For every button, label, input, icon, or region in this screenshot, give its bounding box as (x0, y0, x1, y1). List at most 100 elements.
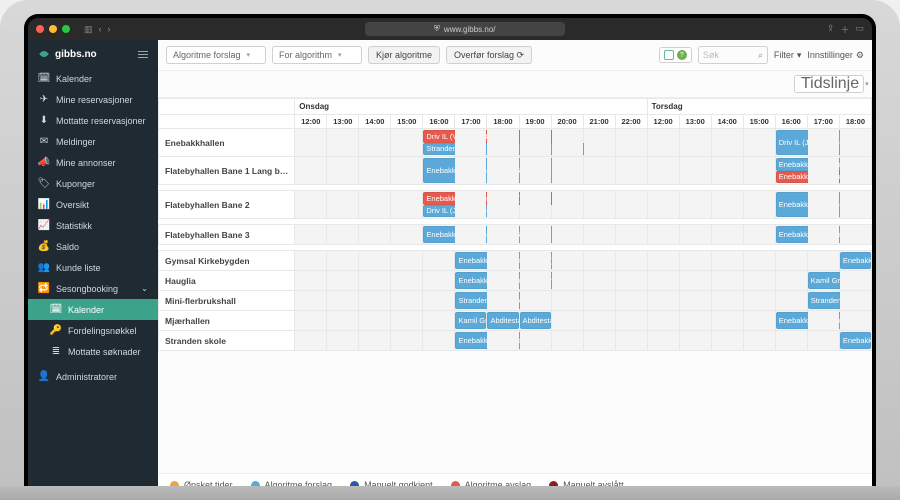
time-cell[interactable] (743, 311, 775, 331)
time-cell[interactable] (839, 225, 871, 245)
booking-event[interactable]: Kamil Gryga (455, 312, 486, 329)
sidebar-item-mottatte-reservasjoner[interactable]: ⬇Mottatte reservasjoner (28, 110, 158, 131)
time-cell[interactable] (583, 291, 615, 311)
sidebar-item-mine-annonser[interactable]: 📣Mine annonser (28, 152, 158, 173)
sidebar-item-kalender[interactable]: 🗓Kalender (28, 299, 158, 320)
algorithm-select[interactable]: Algoritme forslag▾ (166, 46, 266, 64)
time-cell[interactable] (359, 251, 391, 271)
time-cell[interactable] (679, 271, 711, 291)
time-cell[interactable] (391, 271, 423, 291)
sidebar-toggle-icon[interactable]: ▥ (84, 24, 93, 35)
search-input[interactable]: Søk ⌕ (698, 46, 768, 64)
time-cell[interactable] (295, 271, 327, 291)
time-cell[interactable] (487, 191, 519, 219)
timeline-select[interactable]: Tidslinje▾ (794, 75, 864, 93)
time-cell[interactable] (583, 251, 615, 271)
time-cell[interactable]: Kamil Gryga (807, 271, 839, 291)
time-cell[interactable]: Enebakk IL (Juni (839, 331, 871, 351)
brand[interactable]: gibbs.no (28, 40, 158, 68)
time-cell[interactable] (775, 291, 807, 311)
time-cell[interactable] (679, 129, 711, 157)
time-cell[interactable] (583, 331, 615, 351)
time-cell[interactable] (519, 271, 551, 291)
time-cell[interactable]: Enebakk IL (Ungdom (14-16år)) (775, 225, 807, 245)
time-cell[interactable] (295, 291, 327, 311)
time-cell[interactable] (519, 157, 551, 185)
address-bar[interactable]: ⛨ www.gibbs.no/ (365, 22, 565, 36)
time-cell[interactable] (487, 291, 519, 311)
time-cell[interactable] (423, 291, 455, 311)
help-icon[interactable]: ? (677, 50, 687, 60)
sidebar-item-fordelingsnøkkel[interactable]: 🔑Fordelingsnøkkel (28, 320, 158, 341)
filter-button[interactable]: Filter▾ (774, 50, 802, 61)
time-cell[interactable] (615, 331, 647, 351)
time-cell[interactable] (359, 129, 391, 157)
transfer-button[interactable]: Overfør forslag ⟳ (446, 46, 532, 64)
time-cell[interactable] (295, 331, 327, 351)
time-cell[interactable] (775, 251, 807, 271)
time-cell[interactable] (839, 191, 871, 219)
booking-event[interactable]: Abditestalgo (487, 312, 518, 329)
new-tab-icon[interactable]: ＋ (840, 23, 849, 36)
time-cell[interactable] (519, 251, 551, 271)
time-cell[interactable] (647, 251, 679, 271)
time-cell[interactable] (647, 271, 679, 291)
time-cell[interactable] (295, 311, 327, 331)
time-cell[interactable] (807, 191, 839, 219)
time-cell[interactable] (455, 157, 487, 185)
tabs-icon[interactable]: ▭ (855, 23, 864, 36)
time-cell[interactable] (583, 157, 615, 185)
time-cell[interactable]: Stranden IF (Junior (16-18 år)) (455, 291, 487, 311)
time-cell[interactable] (519, 291, 551, 311)
time-cell[interactable] (583, 311, 615, 331)
time-cell[interactable] (519, 331, 551, 351)
time-cell[interactable] (615, 291, 647, 311)
time-cell[interactable] (551, 225, 583, 245)
time-cell[interactable] (551, 291, 583, 311)
sidebar-item-saldo[interactable]: 💰Saldo (28, 236, 158, 257)
sidebar-item-sesongbooking[interactable]: 🔁Sesongbooking⌄ (28, 278, 158, 299)
time-cell[interactable] (391, 331, 423, 351)
sidebar-item-oversikt[interactable]: 📊Oversikt (28, 194, 158, 215)
time-cell[interactable] (327, 331, 359, 351)
time-cell[interactable] (807, 251, 839, 271)
sidebar-item-kalender[interactable]: 🗓Kalender (28, 68, 158, 89)
time-cell[interactable] (679, 191, 711, 219)
time-cell[interactable] (359, 331, 391, 351)
time-cell[interactable] (487, 251, 519, 271)
time-cell[interactable] (551, 331, 583, 351)
time-cell[interactable] (327, 311, 359, 331)
time-cell[interactable] (615, 129, 647, 157)
time-cell[interactable] (423, 271, 455, 291)
time-cell[interactable] (359, 191, 391, 219)
time-cell[interactable] (775, 331, 807, 351)
time-cell[interactable] (711, 251, 743, 271)
time-cell[interactable] (807, 129, 839, 157)
schedule-grid[interactable]: OnsdagTorsdag12:0013:0014:0015:0016:0017… (158, 98, 872, 473)
time-cell[interactable]: Enebakk IL (Ungdom (14-16år (775, 311, 807, 331)
time-cell[interactable] (519, 129, 551, 157)
time-cell[interactable] (583, 191, 615, 219)
time-cell[interactable] (551, 311, 583, 331)
time-cell[interactable] (743, 271, 775, 291)
time-cell[interactable] (519, 225, 551, 245)
time-cell[interactable] (391, 225, 423, 245)
time-cell[interactable] (807, 331, 839, 351)
time-cell[interactable] (391, 251, 423, 271)
time-cell[interactable] (455, 129, 487, 157)
for-algorithm-select[interactable]: For algorithm▾ (272, 46, 362, 64)
time-cell[interactable] (743, 157, 775, 185)
time-cell[interactable] (743, 191, 775, 219)
checkbox-icon[interactable] (664, 50, 674, 60)
time-cell[interactable] (647, 129, 679, 157)
forward-icon[interactable]: › (108, 24, 111, 35)
share-icon[interactable]: ⇪ (827, 23, 835, 36)
time-cell[interactable] (327, 157, 359, 185)
time-cell[interactable] (807, 157, 839, 185)
window-controls[interactable] (36, 25, 70, 33)
time-cell[interactable]: Enebakk IL (Junior (16-18år)) (455, 251, 487, 271)
time-cell[interactable] (391, 157, 423, 185)
booking-event[interactable]: Enebakk IL (Voks (840, 252, 871, 269)
time-cell[interactable] (615, 311, 647, 331)
run-algorithm-button[interactable]: Kjør algoritme (368, 46, 440, 64)
